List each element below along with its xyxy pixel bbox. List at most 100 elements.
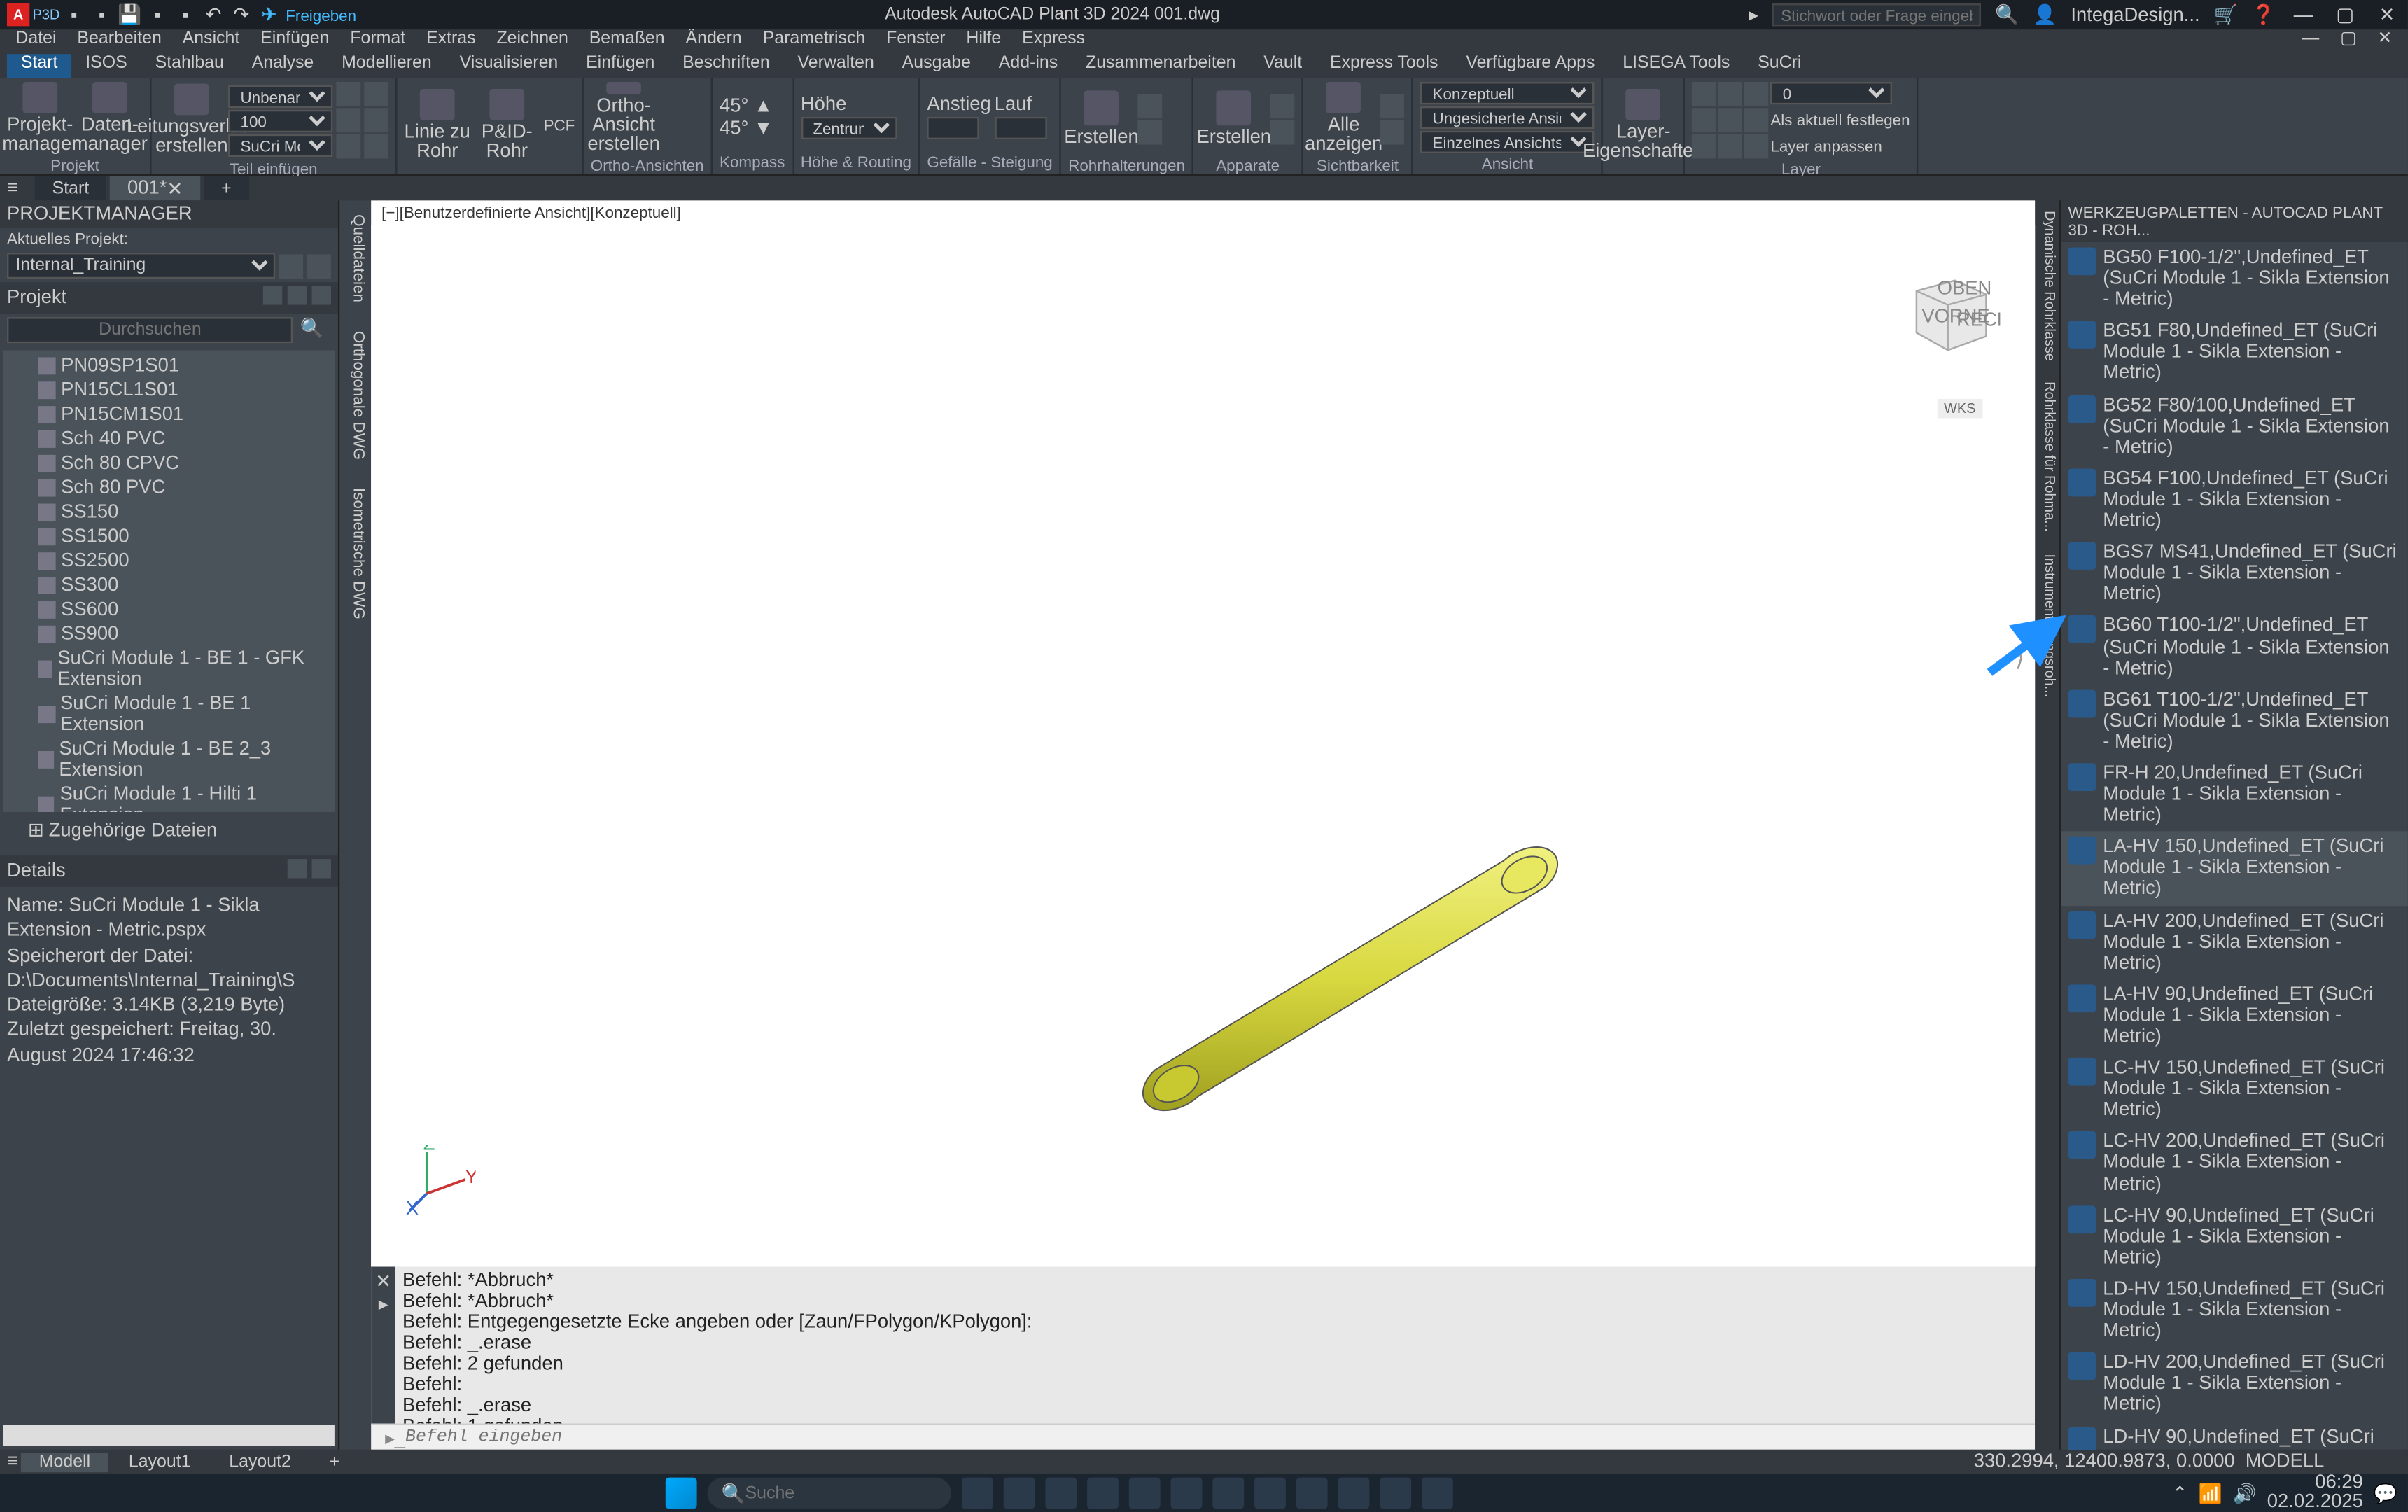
tab-modellieren[interactable]: Modellieren (328, 54, 446, 78)
linie-rohr-button[interactable]: Linie zu Rohr (404, 89, 470, 162)
project-tree[interactable]: PN09SP1S01PN15CL1S01PN15CM1S01Sch 40 PVC… (4, 350, 335, 812)
layout-modell[interactable]: Modell (22, 1452, 108, 1471)
tab-addins[interactable]: Add-ins (985, 54, 1072, 78)
qat-save-icon[interactable]: 💾 (118, 4, 141, 26)
app-menu-icon[interactable]: ≡ (7, 178, 31, 199)
qat-open-icon[interactable]: ▪ (90, 4, 113, 26)
taskbar-search[interactable]: 🔍 (708, 1478, 951, 1509)
sb-2[interactable] (1380, 119, 1405, 144)
doc-minimize-button[interactable]: — (2293, 29, 2328, 54)
lauf-input[interactable] (995, 117, 1047, 139)
tab-zusammenarbeiten[interactable]: Zusammenarbeiten (1072, 54, 1250, 78)
layout-add[interactable]: + (312, 1452, 357, 1471)
sidebar-scrollbar[interactable] (4, 1425, 335, 1446)
tab-close-icon[interactable]: ✕ (167, 177, 183, 200)
minimize-button[interactable]: — (2290, 1, 2318, 29)
als-aktuell[interactable]: Als aktuell festlegen (1770, 111, 1910, 129)
viewport-select[interactable]: Einzelnes Ansichtsfenster (1420, 131, 1595, 153)
leitungsverlauf-button[interactable]: Leitungsverlauf erstellen (158, 83, 225, 157)
start-button[interactable] (666, 1478, 697, 1509)
tb-app-1[interactable] (962, 1478, 993, 1509)
nav-bar-icon[interactable]: ⟩ (2015, 643, 2025, 672)
palette-item[interactable]: LA-HV 150,Undefined_ET (SuCri Module 1 -… (2061, 832, 2407, 905)
palette-item[interactable]: LD-HV 90,Undefined_ET (SuCri Module 1 - … (2061, 1421, 2407, 1450)
tab-apps[interactable]: Verfügbare Apps (1452, 54, 1609, 78)
doc-close-button[interactable]: ✕ (2369, 29, 2401, 54)
tree-node[interactable]: Sch 80 PVC (7, 475, 331, 500)
rh-2[interactable] (1138, 119, 1163, 144)
tree-node[interactable]: PN09SP1S01 (7, 354, 331, 378)
tab-new-button[interactable]: + (204, 176, 248, 200)
maximize-button[interactable]: ▢ (2331, 1, 2359, 29)
palette-item[interactable]: FR-H 20,Undefined_ET (SuCri Module 1 - S… (2061, 758, 2407, 832)
visual-style-select[interactable]: Konzeptuell (1420, 82, 1595, 104)
menu-datei[interactable]: Datei (7, 29, 65, 54)
project-select[interactable]: Internal_Training (7, 253, 275, 279)
user-name[interactable]: IntegaDesign... (2071, 4, 2199, 25)
layout-menu-icon[interactable]: ≡ (7, 1451, 18, 1472)
tree-node[interactable]: SuCri Module 1 - BE 1 Extension (7, 692, 331, 737)
palette-item[interactable]: BG54 F100,Undefined_ET (SuCri Module 1 -… (2061, 463, 2407, 537)
status-modell[interactable]: MODELL (2239, 1451, 2332, 1472)
tray-chevron-icon[interactable]: ⌃ (2172, 1482, 2188, 1504)
palette-list[interactable]: BG50 F100-1/2",Undefined_ET (SuCri Modul… (2061, 242, 2407, 1450)
menu-hilfe[interactable]: Hilfe (958, 29, 1010, 54)
vtab-iso[interactable]: Isometrische DWG (340, 473, 371, 633)
pm-tool-1[interactable] (263, 286, 282, 304)
tree-expand-icon[interactable]: ⊞ (28, 820, 44, 841)
qat-redo-icon[interactable]: ↷ (230, 4, 253, 26)
menu-bemassen[interactable]: Bemaßen (580, 29, 673, 54)
menu-extras[interactable]: Extras (418, 29, 484, 54)
tab-start[interactable]: Start (7, 54, 71, 78)
tb-app-4[interactable] (1087, 1478, 1119, 1509)
tb-app-10[interactable] (1338, 1478, 1370, 1509)
menu-format[interactable]: Format (342, 29, 414, 54)
tree-node[interactable]: Sch 40 PVC (7, 427, 331, 451)
palette-item[interactable]: LC-HV 150,Undefined_ET (SuCri Module 1 -… (2061, 1053, 2407, 1126)
tb-app-6[interactable] (1171, 1478, 1203, 1509)
menu-zeichnen[interactable]: Zeichnen (488, 29, 577, 54)
teil-btn-2[interactable] (336, 108, 360, 132)
command-history[interactable]: Befehl: *Abbruch* Befehl: *Abbruch* Befe… (396, 1267, 2035, 1424)
tray-notif-icon[interactable]: 💬 (2374, 1482, 2398, 1504)
menu-fenster[interactable]: Fenster (878, 29, 954, 54)
tab-sucri[interactable]: SuCri (1744, 54, 1815, 78)
wks-label[interactable]: WKS (1937, 399, 1982, 418)
teil-btn-4[interactable] (364, 82, 388, 106)
palette-item[interactable]: BG60 T100-1/2",Undefined_ET (SuCri Modul… (2061, 610, 2407, 684)
ortho-ansicht-button[interactable]: Ortho-Ansicht erstellen (591, 82, 657, 155)
ly-7[interactable] (1692, 134, 1716, 159)
ly-5[interactable] (1718, 108, 1743, 132)
tray-sound-icon[interactable]: 🔊 (2233, 1482, 2257, 1504)
apparate-button[interactable]: Erstellen (1200, 82, 1267, 155)
vtab-ortho[interactable]: Orthogonale DWG (340, 316, 371, 473)
user-icon[interactable]: 👤 (2033, 4, 2057, 26)
tb-app-7[interactable] (1212, 1478, 1244, 1509)
tree-node[interactable]: SuCri Module 1 - BE 2_3 Extension (7, 737, 331, 783)
tb-app-5[interactable] (1129, 1478, 1161, 1509)
viewport-label[interactable]: [−][Benutzerdefinierte Ansicht][Konzeptu… (371, 200, 2035, 225)
tab-001[interactable]: 001* ✕ (110, 176, 200, 200)
help-icon[interactable]: ❓ (2252, 4, 2276, 26)
tree-node[interactable]: SS300 (7, 573, 331, 598)
tab-verwalten[interactable]: Verwalten (784, 54, 888, 78)
kompass-45-down[interactable]: 45° ▼ (720, 118, 773, 139)
sb-1[interactable] (1380, 93, 1405, 118)
palette-item[interactable]: LD-HV 150,Undefined_ET (SuCri Module 1 -… (2061, 1273, 2407, 1347)
pid-rohr-button[interactable]: P&ID- Rohr (474, 89, 540, 162)
ly-4[interactable] (1692, 108, 1716, 132)
tb-app-3[interactable] (1045, 1478, 1077, 1509)
palette-item[interactable]: BG51 F80,Undefined_ET (SuCri Module 1 - … (2061, 316, 2407, 389)
vtab-quelldateien[interactable]: Quelldateien (340, 200, 371, 316)
tree-node[interactable]: PN15CM1S01 (7, 402, 331, 427)
tree-node[interactable]: SS2500 (7, 549, 331, 573)
pm-btn-2[interactable] (307, 253, 331, 278)
menu-express[interactable]: Express (1014, 29, 1094, 54)
tab-express-tools[interactable]: Express Tools (1316, 54, 1452, 78)
ap-1[interactable] (1270, 93, 1295, 118)
cmd-pin-icon[interactable]: ▸ (379, 1293, 388, 1315)
palette-item[interactable]: BG61 T100-1/2",Undefined_ET (SuCri Modul… (2061, 684, 2407, 757)
qat-share-icon[interactable]: ✈ (258, 4, 280, 26)
teil-btn-5[interactable] (364, 108, 388, 132)
qat-saveas-icon[interactable]: ▪ (146, 4, 169, 26)
